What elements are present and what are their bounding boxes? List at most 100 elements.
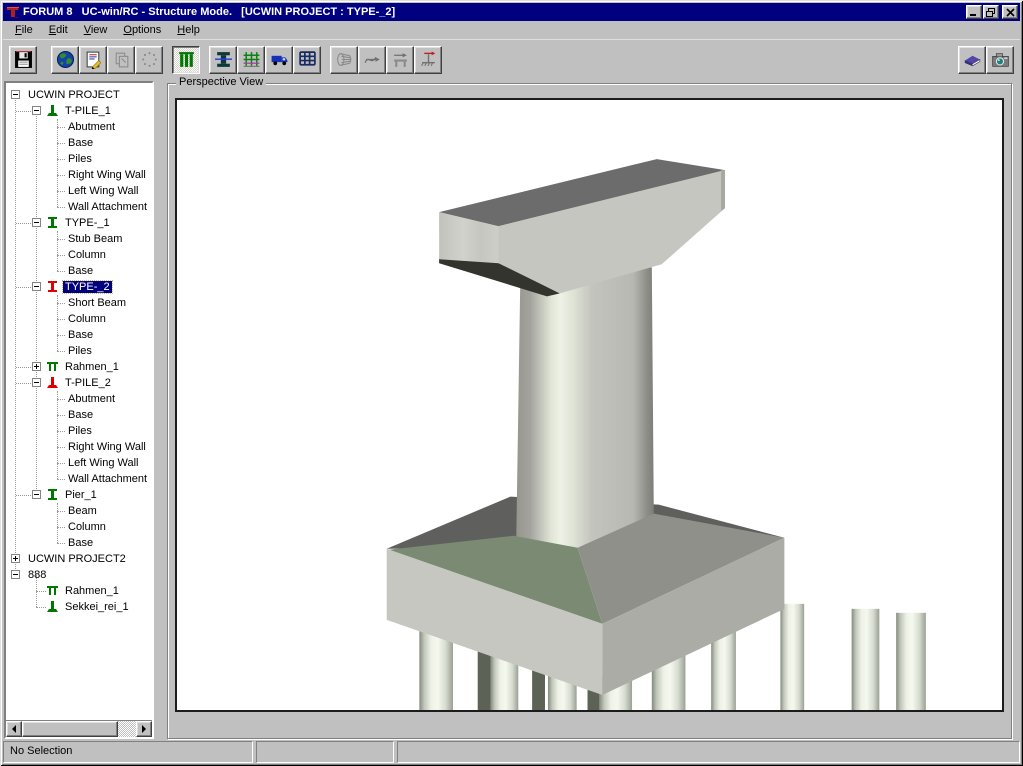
tree-item-left-wing-wall[interactable]: Left Wing Wall bbox=[6, 455, 152, 471]
tree-item-rahmen-1[interactable]: Rahmen_1 bbox=[6, 359, 152, 375]
tree-item-888[interactable]: 888 bbox=[6, 567, 152, 583]
edit-document-button[interactable] bbox=[79, 46, 107, 74]
pier-mode-button[interactable] bbox=[172, 46, 200, 74]
pile-icon bbox=[46, 600, 59, 613]
restore-button[interactable] bbox=[983, 5, 999, 19]
support-table-button[interactable] bbox=[386, 46, 414, 74]
tree-item-sekkei-rei-1[interactable]: Sekkei_rei_1 bbox=[6, 599, 152, 615]
collapse-icon[interactable] bbox=[32, 106, 41, 115]
left-arrow-icon bbox=[8, 725, 16, 733]
document-disabled-icon bbox=[112, 50, 131, 69]
column-3d bbox=[516, 267, 654, 548]
tree-item-type-1[interactable]: TYPE-_1 bbox=[6, 215, 152, 231]
title-bar[interactable]: FORUM 8 UC-win/RC - Structure Mode. [UCW… bbox=[3, 3, 1020, 21]
tree-item-abutment[interactable]: Abutment bbox=[6, 119, 152, 135]
save-button[interactable] bbox=[9, 46, 37, 74]
menu-bar: File Edit View Options Help bbox=[3, 21, 1020, 39]
app-window: FORUM 8 UC-win/RC - Structure Mode. [UCW… bbox=[0, 0, 1023, 766]
tree-item-pier-1[interactable]: Pier_1 bbox=[6, 487, 152, 503]
save-icon bbox=[14, 50, 33, 69]
menu-view[interactable]: View bbox=[76, 23, 116, 37]
tree-item-abutment[interactable]: Abutment bbox=[6, 391, 152, 407]
scrollbar-thumb[interactable] bbox=[22, 721, 118, 737]
pier-3d-model bbox=[177, 100, 1002, 710]
tree-item-base[interactable]: Base bbox=[6, 263, 152, 279]
section-curve-button[interactable] bbox=[358, 46, 386, 74]
tree-item-column[interactable]: Column bbox=[6, 519, 152, 535]
tree-item-ucwin-project2[interactable]: UCWIN PROJECT2 bbox=[6, 551, 152, 567]
menu-file[interactable]: File bbox=[7, 23, 41, 37]
tree-item-piles[interactable]: Piles bbox=[6, 423, 152, 439]
close-icon bbox=[1006, 8, 1015, 17]
menu-options[interactable]: Options bbox=[115, 23, 169, 37]
truck-icon bbox=[270, 50, 289, 69]
tree-horizontal-scrollbar[interactable] bbox=[6, 720, 152, 737]
i-beam-icon bbox=[46, 488, 59, 501]
tree-item-piles[interactable]: Piles bbox=[6, 151, 152, 167]
tree-item-beam[interactable]: Beam bbox=[6, 503, 152, 519]
vehicle-button[interactable] bbox=[265, 46, 293, 74]
minimize-button[interactable] bbox=[966, 5, 982, 19]
selection-disabled-button[interactable] bbox=[135, 46, 163, 74]
expand-icon[interactable] bbox=[11, 554, 20, 563]
status-bar: No Selection bbox=[3, 741, 1020, 763]
menu-edit[interactable]: Edit bbox=[41, 23, 76, 37]
tree-item-piles[interactable]: Piles bbox=[6, 343, 152, 359]
tree-item-base[interactable]: Base bbox=[6, 535, 152, 551]
rahmen-icon bbox=[46, 360, 59, 373]
document-disabled-button[interactable] bbox=[107, 46, 135, 74]
ground-load-icon bbox=[419, 50, 438, 69]
tree-item-base[interactable]: Base bbox=[6, 407, 152, 423]
tree-item-type-2-selected[interactable]: TYPE-_2 bbox=[6, 279, 152, 295]
tree-item-left-wing-wall[interactable]: Left Wing Wall bbox=[6, 183, 152, 199]
cylinder-mesh-icon bbox=[335, 50, 354, 69]
tree-item-wall-attachment[interactable]: Wall Attachment bbox=[6, 199, 152, 215]
collapse-icon[interactable] bbox=[11, 90, 20, 99]
tree-item-rahmen-1-888[interactable]: Rahmen_1 bbox=[6, 583, 152, 599]
collapse-icon[interactable] bbox=[11, 570, 20, 579]
collapse-icon[interactable] bbox=[32, 378, 41, 387]
rahmen-frame-icon bbox=[242, 50, 261, 69]
tree-item-short-beam[interactable]: Short Beam bbox=[6, 295, 152, 311]
rahmen-frame-button[interactable] bbox=[237, 46, 265, 74]
close-button[interactable] bbox=[1002, 5, 1018, 19]
scroll-left-button[interactable] bbox=[6, 721, 22, 737]
collapse-icon[interactable] bbox=[32, 490, 41, 499]
perspective-viewport[interactable] bbox=[175, 98, 1004, 712]
i-girder-button[interactable] bbox=[209, 46, 237, 74]
tree-item-t-pile-1[interactable]: T-PILE_1 bbox=[6, 103, 152, 119]
dotted-circle-icon bbox=[140, 50, 159, 69]
tree-item-base[interactable]: Base bbox=[6, 327, 152, 343]
cylinder-disabled-button[interactable] bbox=[330, 46, 358, 74]
section-curve-icon bbox=[363, 50, 382, 69]
pile-icon bbox=[46, 104, 59, 117]
project-tree[interactable]: UCWIN PROJECT T-PILE_1 Abutment Base Pil… bbox=[6, 83, 152, 720]
tree-item-stub-beam[interactable]: Stub Beam bbox=[6, 231, 152, 247]
status-panel-2 bbox=[256, 741, 394, 763]
tree-item-column[interactable]: Column bbox=[6, 311, 152, 327]
grid-table-button[interactable] bbox=[293, 46, 321, 74]
tree-item-base[interactable]: Base bbox=[6, 135, 152, 151]
menu-help[interactable]: Help bbox=[169, 23, 208, 37]
tree-item-right-wing-wall[interactable]: Right Wing Wall bbox=[6, 167, 152, 183]
main-area: UCWIN PROJECT T-PILE_1 Abutment Base Pil… bbox=[3, 78, 1020, 739]
ground-load-button[interactable] bbox=[414, 46, 442, 74]
i-beam-icon bbox=[46, 280, 59, 293]
collapse-icon[interactable] bbox=[32, 282, 41, 291]
render-globe-button[interactable] bbox=[51, 46, 79, 74]
i-girder-icon bbox=[214, 50, 233, 69]
tree-item-wall-attachment[interactable]: Wall Attachment bbox=[6, 471, 152, 487]
project-tree-panel: UCWIN PROJECT T-PILE_1 Abutment Base Pil… bbox=[4, 81, 154, 739]
cap-beam-3d bbox=[439, 159, 725, 296]
minimize-icon bbox=[969, 8, 979, 17]
scroll-right-button[interactable] bbox=[136, 721, 152, 737]
help-book-button[interactable] bbox=[958, 46, 986, 74]
app-logo-icon bbox=[6, 5, 20, 19]
collapse-icon[interactable] bbox=[32, 218, 41, 227]
tree-item-t-pile-2[interactable]: T-PILE_2 bbox=[6, 375, 152, 391]
expand-icon[interactable] bbox=[32, 362, 41, 371]
tree-item-right-wing-wall[interactable]: Right Wing Wall bbox=[6, 439, 152, 455]
tree-item-column[interactable]: Column bbox=[6, 247, 152, 263]
tree-item-ucwin-project[interactable]: UCWIN PROJECT bbox=[6, 87, 152, 103]
snapshot-camera-button[interactable] bbox=[986, 46, 1014, 74]
